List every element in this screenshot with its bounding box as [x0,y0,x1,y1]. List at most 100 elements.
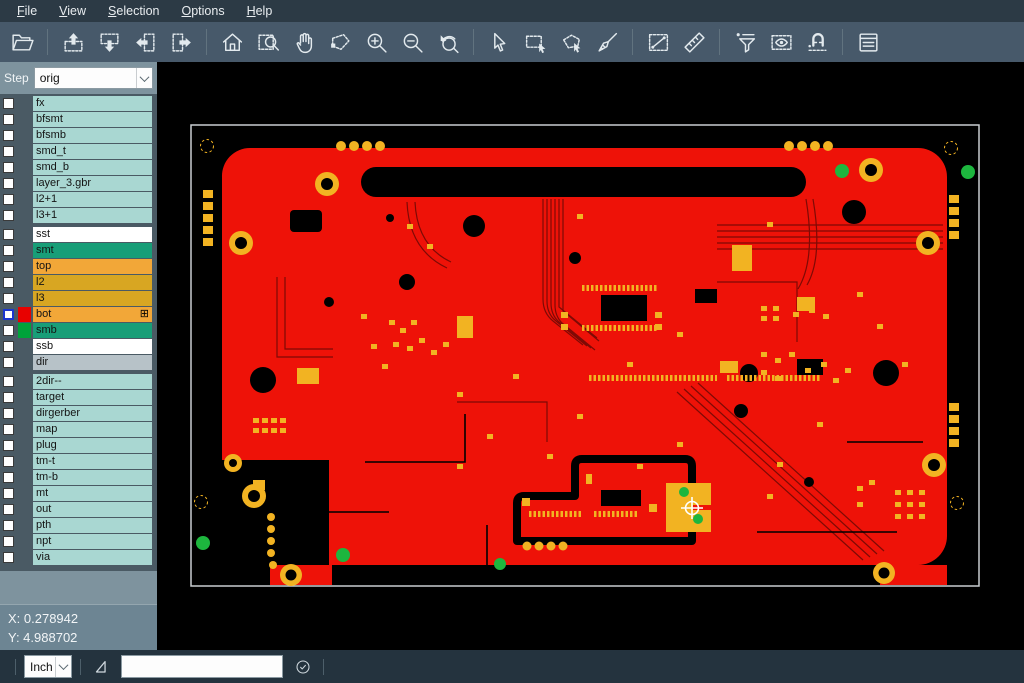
zoom-previous-button[interactable] [432,26,464,58]
layer-checkbox-2dir-[interactable] [3,376,14,387]
layer-checkbox-out[interactable] [3,504,14,515]
layer-checkbox-smb[interactable] [3,325,14,336]
zoom-polygon-button[interactable] [324,26,356,58]
divider [80,659,81,675]
layer-row-npt[interactable]: npt [0,534,157,549]
layer-checkbox-pth[interactable] [3,520,14,531]
import-left-button[interactable] [129,26,161,58]
layer-row-fx[interactable]: fx [0,96,157,111]
select-pointer-button[interactable] [483,26,515,58]
snap-button[interactable] [801,26,833,58]
refresh-button[interactable] [291,655,315,679]
layer-row-tm-t[interactable]: tm-t [0,454,157,469]
select-rect-button[interactable] [519,26,551,58]
home-button[interactable] [216,26,248,58]
step-select[interactable]: orig [34,67,153,89]
layer-row-l2-1[interactable]: l2+1 [0,192,157,207]
layer-row-bot[interactable]: bot⊞ [0,307,157,322]
layer-list: fxbfsmtbfsmbsmd_tsmd_blayer_3.gbrl2+1l3+… [0,94,157,571]
layer-checkbox-target[interactable] [3,392,14,403]
layer-label-l3: l3 [33,291,152,306]
layer-row-via[interactable]: via [0,550,157,565]
layer-checkbox-smd-b[interactable] [3,162,14,173]
command-input[interactable] [121,655,283,678]
layer-row-smt[interactable]: smt [0,243,157,258]
layer-row-sst[interactable]: sst [0,227,157,242]
clean-brush-button[interactable] [591,26,623,58]
layer-row-smd-t[interactable]: smd_t [0,144,157,159]
menu-item-selection[interactable]: Selection [97,0,170,22]
import-down-button[interactable] [93,26,125,58]
filter-button[interactable] [729,26,761,58]
layer-row-target[interactable]: target [0,390,157,405]
toolbar-divider [473,29,474,55]
pan-hand-button[interactable] [288,26,320,58]
layer-checkbox-mt[interactable] [3,488,14,499]
menu-item-options[interactable]: Options [170,0,235,22]
zoom-out-button[interactable] [396,26,428,58]
layer-row-plug[interactable]: plug [0,438,157,453]
layer-checkbox-tm-t[interactable] [3,456,14,467]
layer-row-pth[interactable]: pth [0,518,157,533]
layer-label-2dir-: 2dir-- [33,374,152,389]
layer-checkbox-plug[interactable] [3,440,14,451]
layer-checkbox-smt[interactable] [3,245,14,256]
layer-row-dirgerber[interactable]: dirgerber [0,406,157,421]
zoom-in-button[interactable] [360,26,392,58]
unit-select[interactable]: Inch [24,655,72,678]
menu-item-file[interactable]: File [6,0,48,22]
layer-row-bfsmb[interactable]: bfsmb [0,128,157,143]
measure-diagonal-button[interactable] [642,26,674,58]
layer-row-bfsmt[interactable]: bfsmt [0,112,157,127]
layer-row-smd-b[interactable]: smd_b [0,160,157,175]
import-up-button[interactable] [57,26,89,58]
layer-checkbox-fx[interactable] [3,98,14,109]
layer-row-out[interactable]: out [0,502,157,517]
layer-checkbox-bfsmb[interactable] [3,130,14,141]
layer-row-map[interactable]: map [0,422,157,437]
layer-row-l3[interactable]: l3 [0,291,157,306]
layer-row-l3-1[interactable]: l3+1 [0,208,157,223]
select-polygon-button[interactable] [555,26,587,58]
layer-checkbox-tm-b[interactable] [3,472,14,483]
menu-item-view[interactable]: View [48,0,97,22]
layer-checkbox-layer-3-gbr[interactable] [3,178,14,189]
layer-row-tm-b[interactable]: tm-b [0,470,157,485]
layer-row-ssb[interactable]: ssb [0,339,157,354]
status-bar: Inch [0,650,1024,683]
layer-checkbox-sst[interactable] [3,229,14,240]
corner-select-button[interactable] [89,655,113,679]
layer-row-mt[interactable]: mt [0,486,157,501]
layer-row-layer-3-gbr[interactable]: layer_3.gbr [0,176,157,191]
layer-panel-button[interactable] [852,26,884,58]
layer-checkbox-smd-t[interactable] [3,146,14,157]
open-folder-button[interactable] [6,26,38,58]
layer-checkbox-npt[interactable] [3,536,14,547]
layer-checkbox-map[interactable] [3,424,14,435]
menu-item-help[interactable]: Help [236,0,284,22]
layer-row-2dir-[interactable]: 2dir-- [0,374,157,389]
layer-panel-icon [856,30,881,55]
layer-color-swatch [18,160,31,175]
layer-checkbox-bot[interactable] [3,309,14,320]
layer-row-l2[interactable]: l2 [0,275,157,290]
layer-row-smb[interactable]: smb [0,323,157,338]
layer-checkbox-via[interactable] [3,552,14,563]
layer-checkbox-l2[interactable] [3,277,14,288]
pcb-canvas[interactable] [157,62,1024,650]
layer-checkbox-ssb[interactable] [3,341,14,352]
import-right-button[interactable] [165,26,197,58]
layer-checkbox-dirgerber[interactable] [3,408,14,419]
layer-checkbox-top[interactable] [3,261,14,272]
layer-row-dir[interactable]: dir [0,355,157,370]
zoom-area-button[interactable] [252,26,284,58]
layer-checkbox-l3[interactable] [3,293,14,304]
view-area-button[interactable] [765,26,797,58]
layer-checkbox-l3-1[interactable] [3,210,14,221]
layer-checkbox-l2-1[interactable] [3,194,14,205]
layer-row-top[interactable]: top [0,259,157,274]
layer-checkbox-dir[interactable] [3,357,14,368]
ruler-button[interactable] [678,26,710,58]
toolbar-divider [206,29,207,55]
layer-checkbox-bfsmt[interactable] [3,114,14,125]
